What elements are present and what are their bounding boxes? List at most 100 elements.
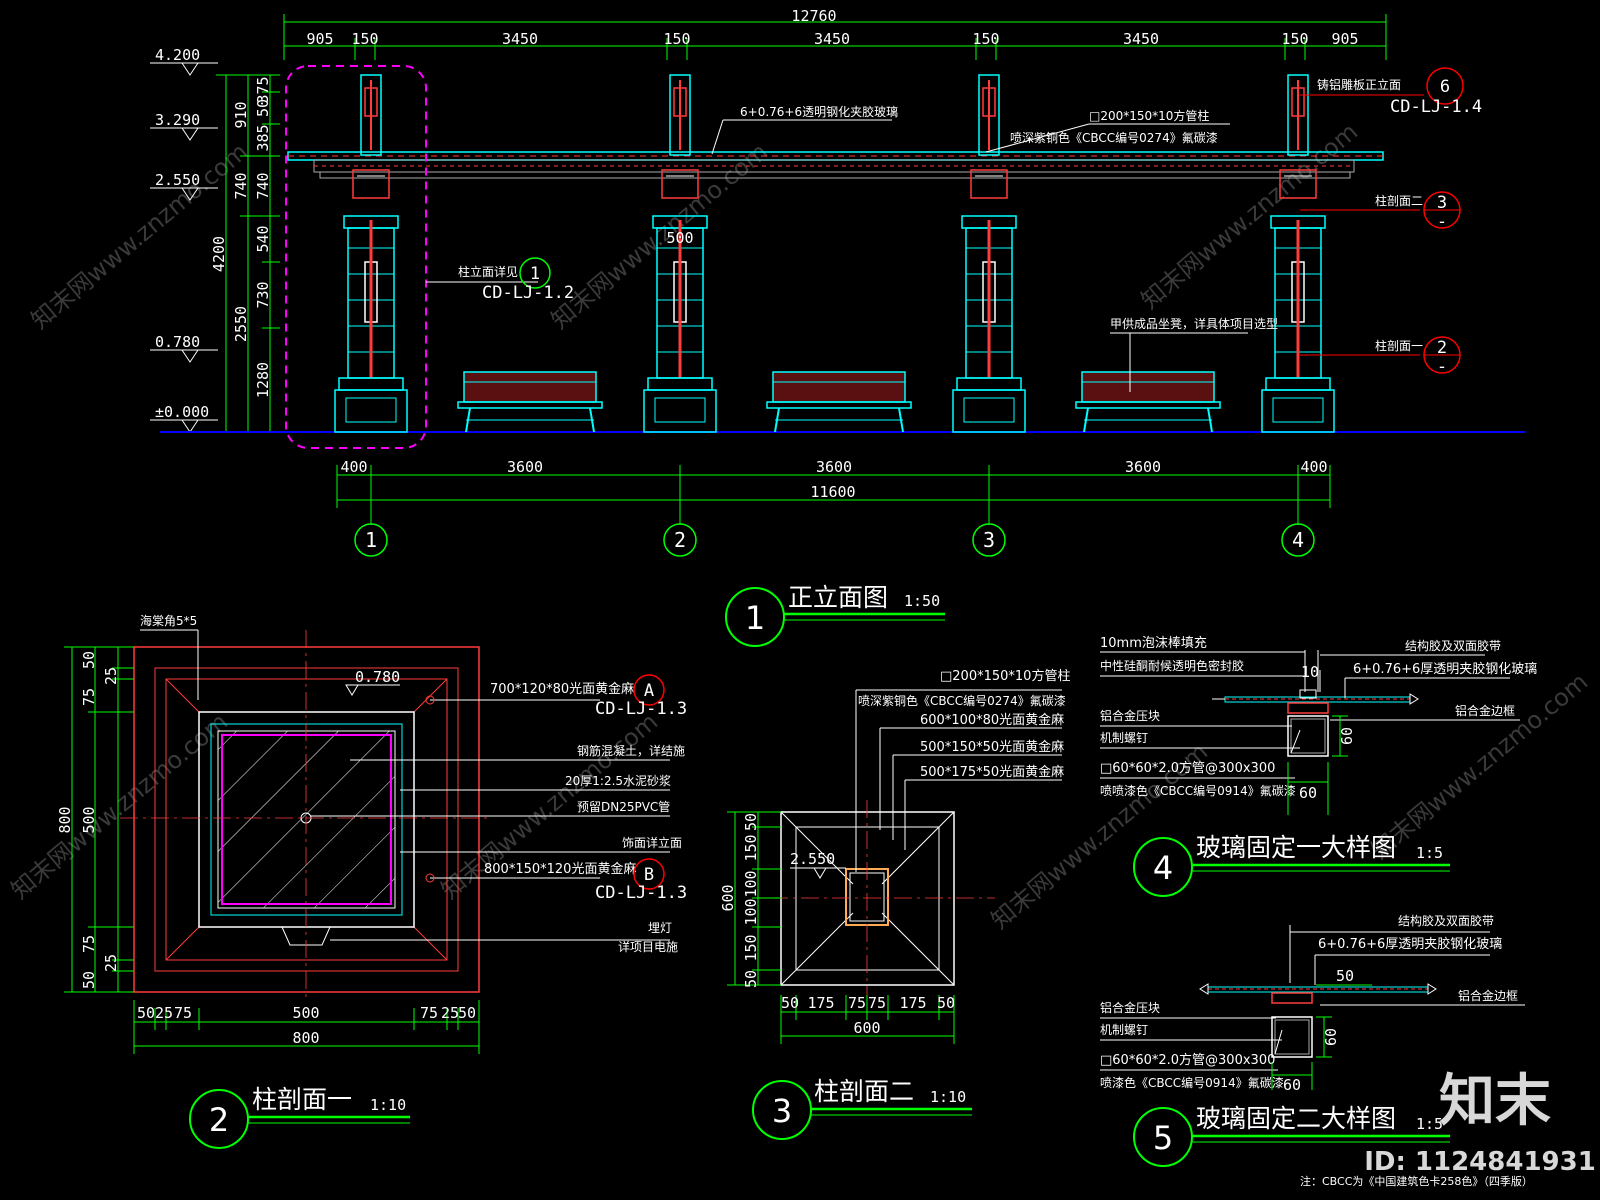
bench-seat [1075, 401, 1221, 409]
sec1-bdim: 25 [441, 1004, 459, 1022]
column-base-top [1265, 377, 1331, 391]
axis-label: 4 [1292, 528, 1304, 552]
d5-label: 机制螺钉 [1100, 1023, 1148, 1037]
sec2-bottom-total: 600 [853, 1019, 880, 1037]
sec1-dim: 50 [80, 651, 98, 669]
axis-label: 2 [674, 528, 686, 552]
sec2-label: 600*100*80光面黄金麻 [920, 712, 1064, 728]
elevation-title: 1 正立面图 1:50 [725, 583, 945, 647]
column [1261, 74, 1335, 433]
dim-left-mid: 910 [232, 101, 250, 128]
sec2-label: 喷深紫铜色《CBCC编号0274》氟碳漆 [858, 693, 1066, 708]
ref-num-3: 3 [1437, 193, 1447, 213]
ref-num-6: 6 [1440, 77, 1450, 97]
ref-num-1: 1 [530, 264, 540, 284]
level-value: 3.290 [155, 111, 200, 129]
d5-label: 6+0.76+6厚透明夹胶钢化玻璃 [1318, 936, 1502, 952]
sec1-label: 海棠角5*5 [140, 613, 197, 628]
dim-top: 150 [351, 30, 378, 48]
dim-top: 905 [306, 30, 333, 48]
d5-label: 喷漆色《CBCC编号0914》氟碳漆 [1100, 1075, 1284, 1090]
sec1-dim: 50 [80, 971, 98, 989]
d4-label: 10mm泡沫棒填充 [1100, 635, 1207, 651]
dim-top: 3450 [502, 30, 538, 48]
callout-tube: □200*150*10方管柱 [1089, 108, 1209, 123]
level-triangle [181, 127, 199, 141]
dim-top: 3450 [1123, 30, 1159, 48]
callout-bench: 甲供成品坐凳，详具体项目选型 [1110, 316, 1278, 331]
watermark: 知末网www.znzmo.com [1136, 118, 1363, 315]
bench-seat [457, 401, 603, 409]
callout-tube-paint: 喷深紫铜色《CBCC编号0274》氟碳漆 [1010, 130, 1218, 145]
bench [1075, 371, 1221, 433]
sec1-bottom-total: 800 [292, 1029, 319, 1047]
sec1-label: 详项目电施 [618, 939, 678, 954]
d4-dim: 60 [1299, 784, 1317, 802]
column-base-panel [963, 397, 1015, 423]
canopy-beam [287, 151, 1384, 179]
axis-label: 1 [365, 528, 377, 552]
dim-left-inner: 730 [254, 281, 272, 308]
front-elevation: 12760 905 150 3450 150 3450 150 3450 150 905 4.2… [150, 7, 1525, 647]
bottom-dimensions: 400 3600 3600 3600 400 [340, 458, 1327, 476]
d4-label: 中性硅酮耐候透明色密封胶 [1100, 658, 1244, 673]
dim-bottom: 3600 [1125, 458, 1161, 476]
brand-logo: 知末 ID: 1124841931 [1364, 1069, 1596, 1177]
column-width-label: 500 [666, 229, 693, 247]
dim-bottom: 400 [1300, 458, 1327, 476]
watermark: 知末网www.znzmo.com [546, 138, 773, 335]
sec2-bdim: 50 [781, 994, 799, 1012]
dim-bottom: 3600 [507, 458, 543, 476]
d4-label: 结构胶及双面胶带 [1405, 638, 1501, 653]
sec2-bdim: 175 [807, 994, 834, 1012]
dim-total-top: 12760 [791, 7, 836, 25]
sec1-dim: 25 [102, 667, 120, 685]
elevation-title-text: 正立面图 [788, 583, 888, 612]
column-base-top [647, 377, 713, 391]
d4-label: 6+0.76+6厚透明夹胶钢化玻璃 [1353, 661, 1537, 677]
column-base-top [338, 377, 404, 391]
ref-dash-3: - [1437, 212, 1447, 232]
dim-top: 905 [1331, 30, 1358, 48]
d5-dim: 60 [1283, 1076, 1301, 1094]
level-value: 4.200 [155, 46, 200, 64]
ref-code-cast: CD-LJ-1.4 [1390, 97, 1482, 117]
sec2-bdim: 75 [848, 994, 866, 1012]
d5-label: 结构胶及双面胶带 [1398, 913, 1494, 928]
dim-left-mid: 740 [232, 172, 250, 199]
dim-top: 3450 [814, 30, 850, 48]
dim-left-inner: 385 [254, 124, 272, 151]
sec1-left-total: 800 [56, 806, 74, 833]
sec1-title-text: 柱剖面一 [252, 1085, 352, 1114]
d4-label: 喷喷漆色《CBCC编号0914》氟碳漆 [1100, 783, 1296, 798]
sec1-dim: 75 [80, 935, 98, 953]
level-triangle [181, 419, 199, 433]
d5-label: 铝合金边框 [1458, 988, 1518, 1003]
d5-dim: 60 [1322, 1028, 1340, 1046]
sec2-level-mark: 2.550 [790, 850, 846, 879]
bench [766, 371, 912, 433]
benches [457, 371, 1221, 433]
ref-a-code: CD-LJ-1.3 [595, 699, 687, 719]
sec2-dim: 150 [742, 934, 760, 961]
bench-back [772, 371, 906, 403]
title-num-1: 1 [745, 599, 765, 637]
column [952, 74, 1026, 433]
callout-col-detail: 柱立面详见 [458, 264, 518, 279]
d4-title-text: 玻璃固定一大样图 [1196, 833, 1396, 862]
grid-axes: 1 2 3 4 [354, 515, 1315, 557]
sec1-label: 20厚1:2.5水泥砂浆 [565, 773, 671, 788]
bench-back [463, 371, 597, 403]
d4-dim: 10 [1301, 663, 1319, 681]
d4-dim: 60 [1338, 727, 1356, 745]
dim-top: 150 [972, 30, 999, 48]
callout-section2: 柱剖面二 [1375, 193, 1423, 208]
dim-left-inner: 50 [254, 99, 272, 117]
title-num-3: 3 [772, 1092, 792, 1130]
column-base-panel [345, 397, 397, 423]
d5-title-text: 玻璃固定二大样图 [1196, 1104, 1396, 1133]
title-num-2: 2 [209, 1101, 229, 1139]
brand-id: ID: 1124841931 [1364, 1147, 1596, 1177]
column-base-top [956, 377, 1022, 391]
sec1-label: 800*150*120光面黄金麻 [484, 861, 636, 877]
